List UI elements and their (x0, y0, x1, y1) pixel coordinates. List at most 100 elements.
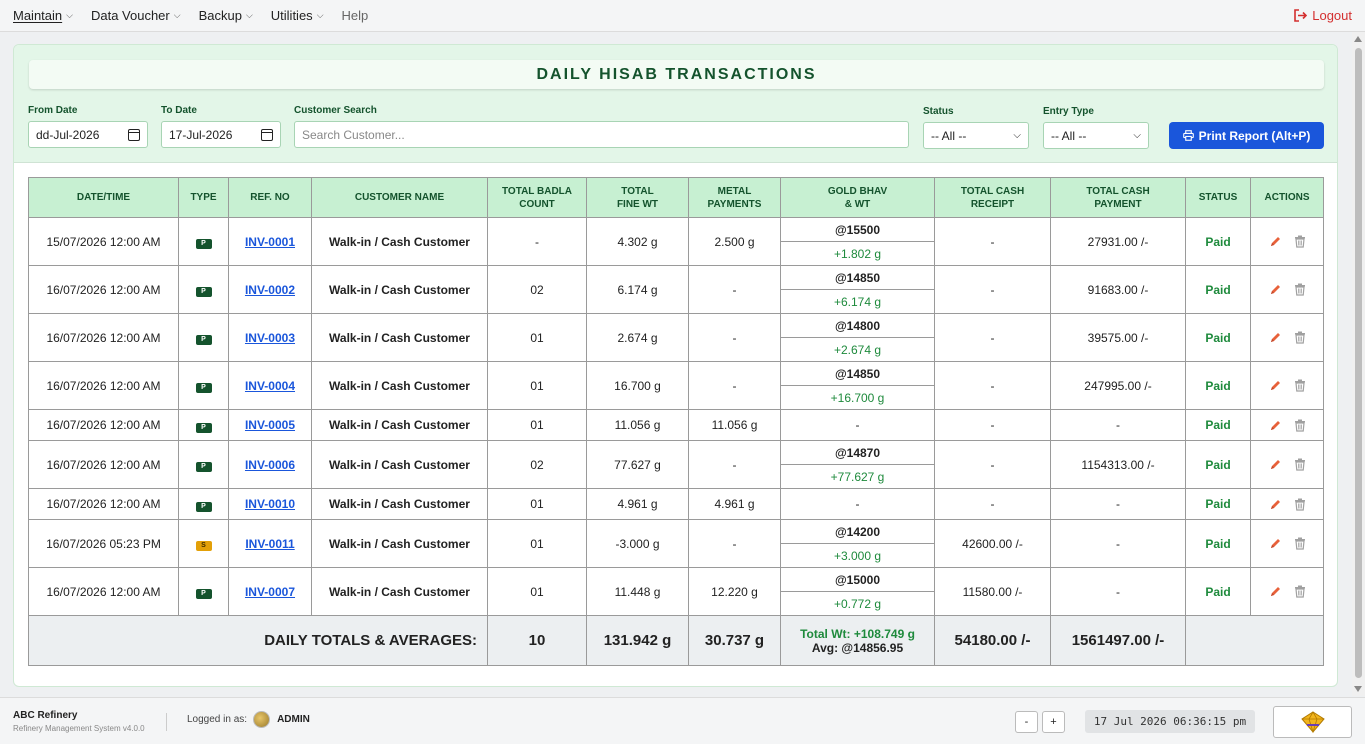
print-report-button[interactable]: Print Report (Alt+P) (1169, 122, 1324, 149)
trash-icon[interactable] (1294, 283, 1306, 296)
bhav-weight: +77.627 g (830, 469, 885, 484)
table-header-row: DATE/TIME TYPE REF. NO CUSTOMER NAME TOT… (28, 177, 1324, 218)
cell-actions (1250, 519, 1324, 568)
type-badge: P (195, 501, 212, 512)
cell-status: Paid (1185, 313, 1251, 362)
clock-display: 17 Jul 2026 06:36:15 pm (1085, 710, 1255, 733)
system-version: Refinery Management System v4.0.0 (13, 724, 145, 733)
cell-customer: Walk-in / Cash Customer (311, 313, 488, 362)
zoom-in-button[interactable]: + (1042, 711, 1065, 733)
edit-icon[interactable] (1269, 498, 1282, 511)
cell-badla: 01 (487, 313, 587, 362)
cell-gold-bhav: @14200 +3.000 g (780, 519, 935, 568)
edit-icon[interactable] (1269, 283, 1282, 296)
ref-link[interactable]: INV-0005 (245, 418, 295, 432)
to-date-input[interactable]: 17-Jul-2026 (161, 121, 281, 148)
bhav-rate: @15500 (781, 218, 934, 242)
scroll-up-icon[interactable] (1354, 36, 1362, 42)
zoom-out-button[interactable]: - (1015, 711, 1038, 733)
table-row: 16/07/2026 12:00 AM P INV-0005 Walk-in / Ca… (28, 409, 1324, 441)
type-badge: P (195, 422, 212, 433)
menu-utilities[interactable]: Utilities ⌵ (271, 8, 324, 23)
ref-link[interactable]: INV-0001 (245, 235, 295, 249)
menu-help[interactable]: Help (342, 8, 369, 23)
edit-icon[interactable] (1269, 235, 1282, 248)
trash-icon[interactable] (1294, 379, 1306, 392)
to-date-label: To Date (161, 105, 197, 116)
menu-utilities-label: Utilities (270, 8, 313, 23)
cell-type: P (178, 409, 229, 441)
status-badge: Paid (1205, 330, 1231, 345)
cell-datetime: 16/07/2026 12:00 AM (28, 265, 179, 314)
cell-metal: - (688, 361, 781, 410)
cell-receipt: - (934, 361, 1051, 410)
cell-fine-wt: 11.056 g (586, 409, 689, 441)
edit-icon[interactable] (1269, 458, 1282, 471)
cell-ref: INV-0006 (228, 440, 312, 489)
cell-datetime: 16/07/2026 12:00 AM (28, 409, 179, 441)
calendar-icon[interactable] (261, 128, 273, 141)
cell-gold-bhav: @14850 +6.174 g (780, 265, 935, 314)
cell-metal: - (688, 313, 781, 362)
edit-icon[interactable] (1269, 379, 1282, 392)
cell-payment: 27931.00 /- (1050, 217, 1186, 266)
status-value: -- All -- (931, 128, 967, 143)
edit-icon[interactable] (1269, 331, 1282, 344)
trash-icon[interactable] (1294, 458, 1306, 471)
cell-datetime: 15/07/2026 12:00 AM (28, 217, 179, 266)
ref-link[interactable]: INV-0006 (245, 458, 295, 472)
calendar-icon[interactable] (128, 128, 140, 141)
menu-data-voucher[interactable]: Data Voucher ⌵ (91, 8, 181, 23)
status-select[interactable]: -- All -- ⌵ (923, 122, 1029, 149)
cell-receipt: - (934, 265, 1051, 314)
trash-icon[interactable] (1294, 585, 1306, 598)
footer-bar: ABC Refinery Refinery Management System … (0, 697, 1365, 744)
cell-gold-bhav: @14870 +77.627 g (780, 440, 935, 489)
trash-icon[interactable] (1294, 419, 1306, 432)
trash-icon[interactable] (1294, 498, 1306, 511)
cell-receipt: - (934, 440, 1051, 489)
scroll-down-icon[interactable] (1354, 686, 1362, 692)
menu-maintain[interactable]: Maintain ⌵ (13, 8, 73, 23)
customer-search-label: Customer Search (294, 105, 377, 116)
app-logo-button[interactable] (1273, 706, 1352, 738)
menu-backup-label: Backup (198, 8, 242, 23)
cell-gold-bhav: - (780, 409, 935, 441)
cell-status: Paid (1185, 409, 1251, 441)
customer-search-input[interactable]: Search Customer... (294, 121, 909, 148)
vertical-scrollbar[interactable] (1352, 32, 1365, 696)
customer-search-placeholder: Search Customer... (302, 127, 405, 142)
ref-link[interactable]: INV-0003 (245, 331, 295, 345)
trash-icon[interactable] (1294, 235, 1306, 248)
cell-badla: 01 (487, 567, 587, 616)
cell-payment: 1154313.00 /- (1050, 440, 1186, 489)
trash-icon[interactable] (1294, 537, 1306, 550)
table-row: 16/07/2026 05:23 PM S INV-0011 Walk-in / Ca… (28, 519, 1324, 568)
ref-link[interactable]: INV-0002 (245, 283, 295, 297)
col-fine-wt: TOTAL FINE WT (586, 177, 689, 218)
trash-icon[interactable] (1294, 331, 1306, 344)
logout-button[interactable]: Logout (1293, 8, 1352, 23)
cell-payment: - (1050, 488, 1186, 520)
scroll-thumb[interactable] (1355, 48, 1362, 678)
ref-link[interactable]: INV-0011 (245, 537, 294, 551)
ref-link[interactable]: INV-0004 (245, 379, 295, 393)
from-date-input[interactable]: dd-Jul-2026 (28, 121, 148, 148)
entry-type-select[interactable]: -- All -- ⌵ (1043, 122, 1149, 149)
menu-backup[interactable]: Backup ⌵ (199, 8, 253, 23)
ref-link[interactable]: INV-0007 (245, 585, 295, 599)
edit-icon[interactable] (1269, 419, 1282, 432)
edit-icon[interactable] (1269, 537, 1282, 550)
cell-badla: 02 (487, 265, 587, 314)
totals-receipt: 54180.00 /- (934, 615, 1051, 666)
status-label: Status (923, 106, 954, 117)
company-name: ABC Refinery (13, 710, 78, 721)
cell-fine-wt: 11.448 g (586, 567, 689, 616)
table-row: 16/07/2026 12:00 AM P INV-0004 Walk-in / Ca… (28, 361, 1324, 410)
ref-link[interactable]: INV-0010 (245, 497, 295, 511)
chevron-down-icon: ⌵ (1013, 130, 1021, 141)
type-badge: P (195, 462, 212, 472)
entry-type-label: Entry Type (1043, 106, 1094, 117)
cell-badla: 01 (487, 519, 587, 568)
edit-icon[interactable] (1269, 585, 1282, 598)
